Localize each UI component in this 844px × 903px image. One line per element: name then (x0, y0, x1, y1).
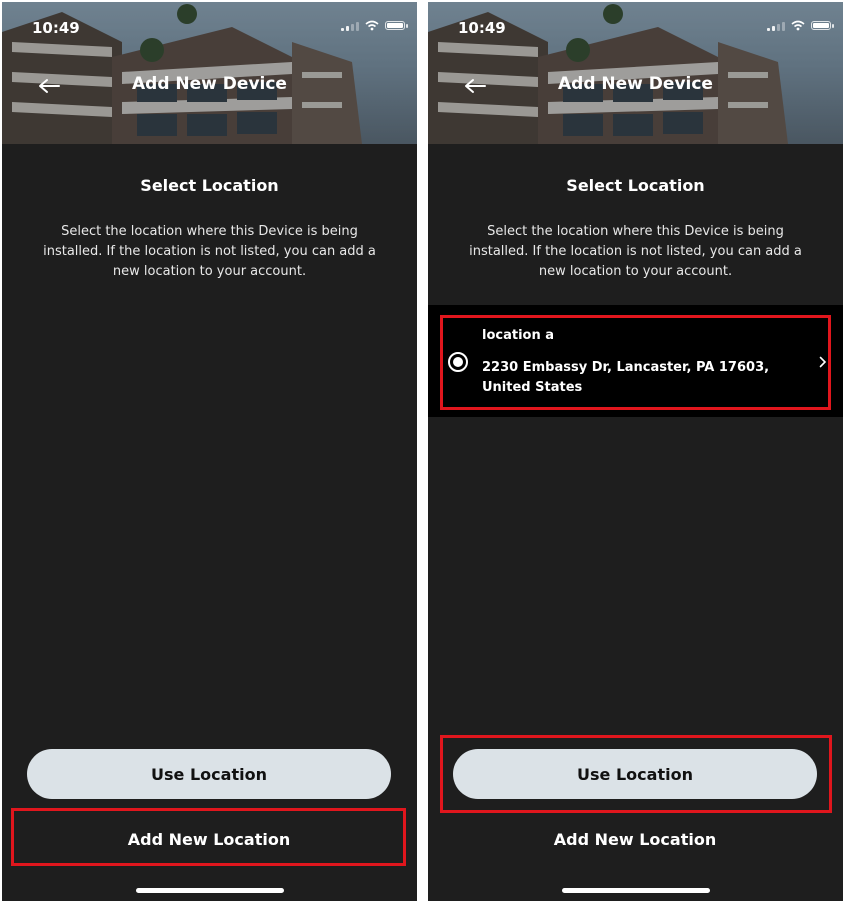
arrow-left-icon (465, 79, 486, 93)
add-new-location-button[interactable]: Add New Location (14, 814, 404, 864)
chevron-right-icon (817, 355, 829, 369)
signal-icon (767, 21, 785, 31)
use-location-button[interactable]: Use Location (453, 749, 817, 799)
status-time: 10:49 (458, 19, 506, 37)
battery-icon (385, 21, 408, 30)
phone-screen-empty: 10:49 Add New Device Select Location Sel… (2, 2, 417, 901)
home-indicator (136, 888, 284, 893)
radio-selected-icon[interactable] (448, 352, 468, 372)
section-title: Select Location (140, 176, 279, 195)
wifi-icon (365, 20, 379, 31)
home-indicator (562, 888, 710, 893)
phone-screen-with-location: 10:49 Add New Device Select Location Sel… (428, 2, 843, 901)
location-name: location a (482, 328, 555, 343)
add-new-location-button[interactable]: Add New Location (440, 814, 830, 864)
location-address: 2230 Embassy Dr, Lancaster, PA 17603, Un… (482, 360, 770, 395)
section-description: Select the location where this Device is… (43, 224, 376, 279)
use-location-button[interactable]: Use Location (27, 749, 391, 799)
location-list: location a 2230 Embassy Dr, Lancaster, P… (428, 305, 843, 417)
status-icons (341, 20, 408, 31)
arrow-left-icon (39, 79, 60, 93)
back-button[interactable] (462, 73, 488, 99)
signal-icon (341, 21, 359, 31)
back-button[interactable] (36, 73, 62, 99)
battery-icon (811, 21, 834, 30)
section-description: Select the location where this Device is… (469, 224, 802, 279)
wifi-icon (791, 20, 805, 31)
section-title: Select Location (566, 176, 705, 195)
location-list-item[interactable]: location a 2230 Embassy Dr, Lancaster, P… (428, 305, 843, 417)
status-icons (767, 20, 834, 31)
status-time: 10:49 (32, 19, 80, 37)
